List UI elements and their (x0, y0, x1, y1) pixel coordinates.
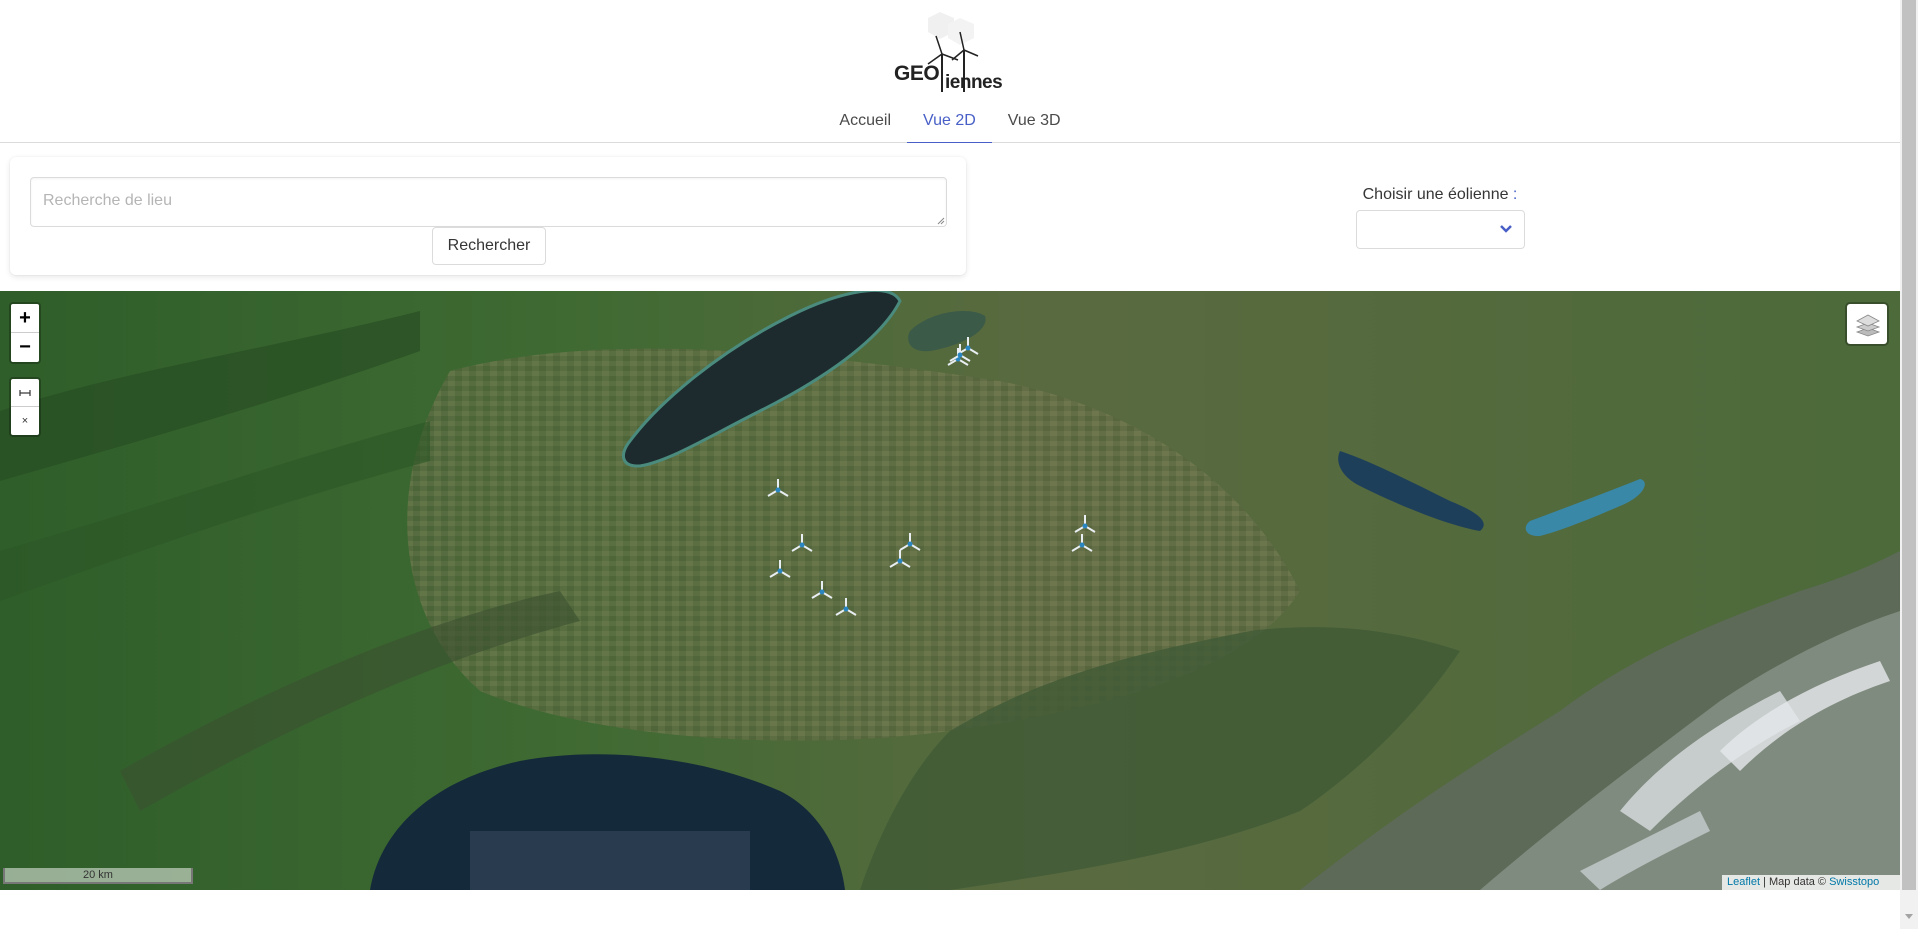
tab-accueil[interactable]: Accueil (823, 105, 907, 143)
chevron-down-icon (1500, 225, 1512, 233)
zoom-out-button[interactable]: − (11, 333, 39, 362)
logo-text-geo: GEO (894, 62, 940, 85)
turbine-select-label: Choisir une éolienne : (1300, 186, 1580, 204)
resize-grip-icon[interactable] (937, 217, 945, 225)
scroll-down-arrow-icon[interactable] (1905, 914, 1913, 919)
turbine-select[interactable] (1356, 210, 1525, 249)
logo-text-iennes: iennes (945, 72, 1003, 93)
page-scrollbar[interactable] (1900, 0, 1918, 929)
clear-measure-button[interactable]: × (11, 407, 39, 435)
page: GEO iennes Accueil Vue 2D Vue 3D Recherc… (0, 0, 1918, 929)
map-scale-bar: 20 km (3, 868, 193, 884)
tab-vue-2d[interactable]: Vue 2D (907, 105, 992, 143)
layers-icon (1855, 314, 1881, 337)
satellite-map-tiles[interactable] (0, 291, 1900, 890)
search-button[interactable]: Rechercher (432, 227, 546, 265)
header: GEO iennes Accueil Vue 2D Vue 3D (0, 0, 1900, 143)
measure-button[interactable] (11, 379, 39, 407)
tab-vue-3d[interactable]: Vue 3D (992, 105, 1077, 143)
attribution-separator: | Map data © (1760, 876, 1830, 888)
leaflet-link[interactable]: Leaflet (1727, 876, 1760, 888)
zoom-in-button[interactable]: + (11, 304, 39, 333)
map-view[interactable]: 20 km Leaflet | Map data © Swisstopo (0, 291, 1900, 890)
nav-tabs: Accueil Vue 2D Vue 3D (0, 105, 1900, 143)
layers-control-button[interactable] (1845, 302, 1889, 346)
map-attribution: Leaflet | Map data © Swisstopo (1722, 875, 1900, 890)
ruler-icon (19, 390, 31, 396)
turbine-select-label-text: Choisir une éolienne (1362, 186, 1509, 203)
swisstopo-link[interactable]: Swisstopo (1829, 876, 1879, 888)
search-panel: Rechercher (10, 157, 966, 275)
geoliennes-logo[interactable]: GEO iennes (890, 12, 1010, 94)
zoom-control: + − (9, 302, 41, 364)
turbine-select-label-colon: : (1508, 186, 1518, 203)
place-search-input[interactable] (30, 177, 947, 227)
scrollbar-thumb[interactable] (1902, 0, 1916, 890)
measure-control: × (9, 377, 41, 437)
